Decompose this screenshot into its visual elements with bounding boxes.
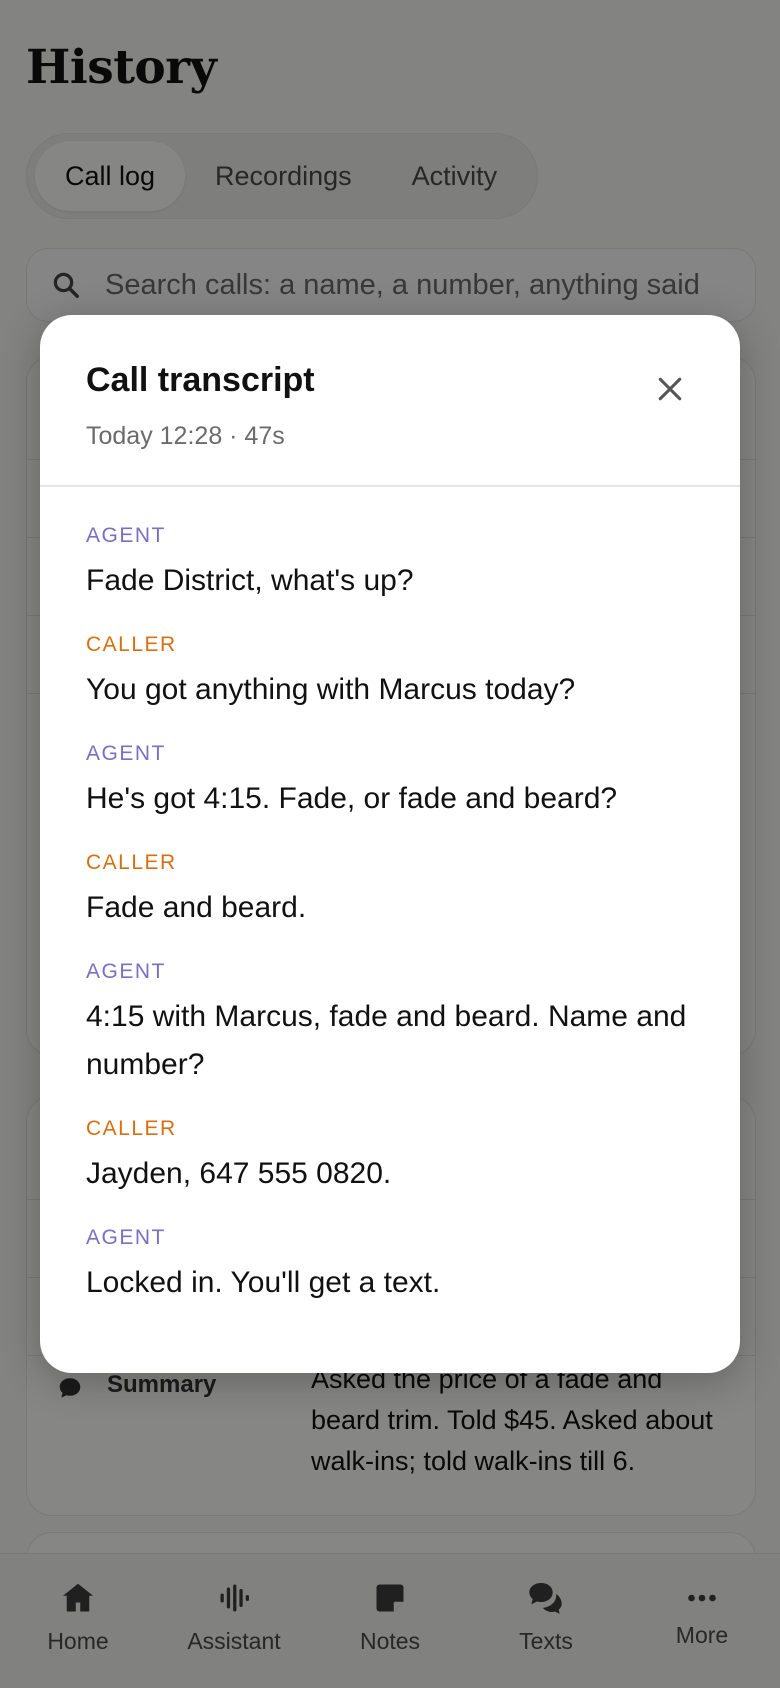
utterance-text: You got anything with Marcus today? — [86, 673, 576, 706]
transcript-turn: AGENT Locked in. You'll get a text. — [86, 1225, 694, 1307]
utterance-text: Fade and beard. — [86, 891, 307, 924]
speaker-label: CALLER — [86, 1117, 177, 1140]
call-meta: Today 12:28 · 47s — [86, 422, 285, 450]
speaker-label: CALLER — [86, 633, 177, 656]
transcript-turn: CALLER Jayden, 647 555 0820. — [86, 1116, 694, 1198]
speaker-label: AGENT — [86, 524, 166, 547]
speaker-label: AGENT — [86, 742, 166, 765]
transcript-turn: CALLER You got anything with Marcus today… — [86, 632, 694, 714]
utterance-text: He's got 4:15. Fade, or fade and beard? — [86, 782, 618, 815]
speaker-label: AGENT — [86, 960, 166, 983]
transcript-turn: CALLER Fade and beard. — [86, 850, 694, 932]
utterance-text: Locked in. You'll get a text. — [86, 1266, 441, 1299]
modal-header: Call transcript Today 12:28 · 47s — [40, 315, 740, 487]
utterance-text: Jayden, 647 555 0820. — [86, 1157, 392, 1190]
transcript-turn: AGENT Fade District, what's up? — [86, 523, 694, 605]
transcript-turn: AGENT 4:15 with Marcus, fade and beard. N… — [86, 959, 694, 1089]
close-button[interactable] — [652, 371, 688, 407]
speaker-label: AGENT — [86, 1226, 166, 1249]
transcript-modal: Call transcript Today 12:28 · 47s AGENT F… — [40, 315, 740, 1373]
modal-title: Call transcript — [86, 361, 315, 399]
transcript-list: AGENT Fade District, what's up? CALLER You … — [40, 487, 740, 1307]
utterance-text: Fade District, what's up? — [86, 564, 414, 597]
close-icon — [658, 377, 682, 401]
utterance-text: 4:15 with Marcus, fade and beard. Name a… — [86, 1000, 687, 1081]
speaker-label: CALLER — [86, 851, 177, 874]
transcript-turn: AGENT He's got 4:15. Fade, or fade and be… — [86, 741, 694, 823]
